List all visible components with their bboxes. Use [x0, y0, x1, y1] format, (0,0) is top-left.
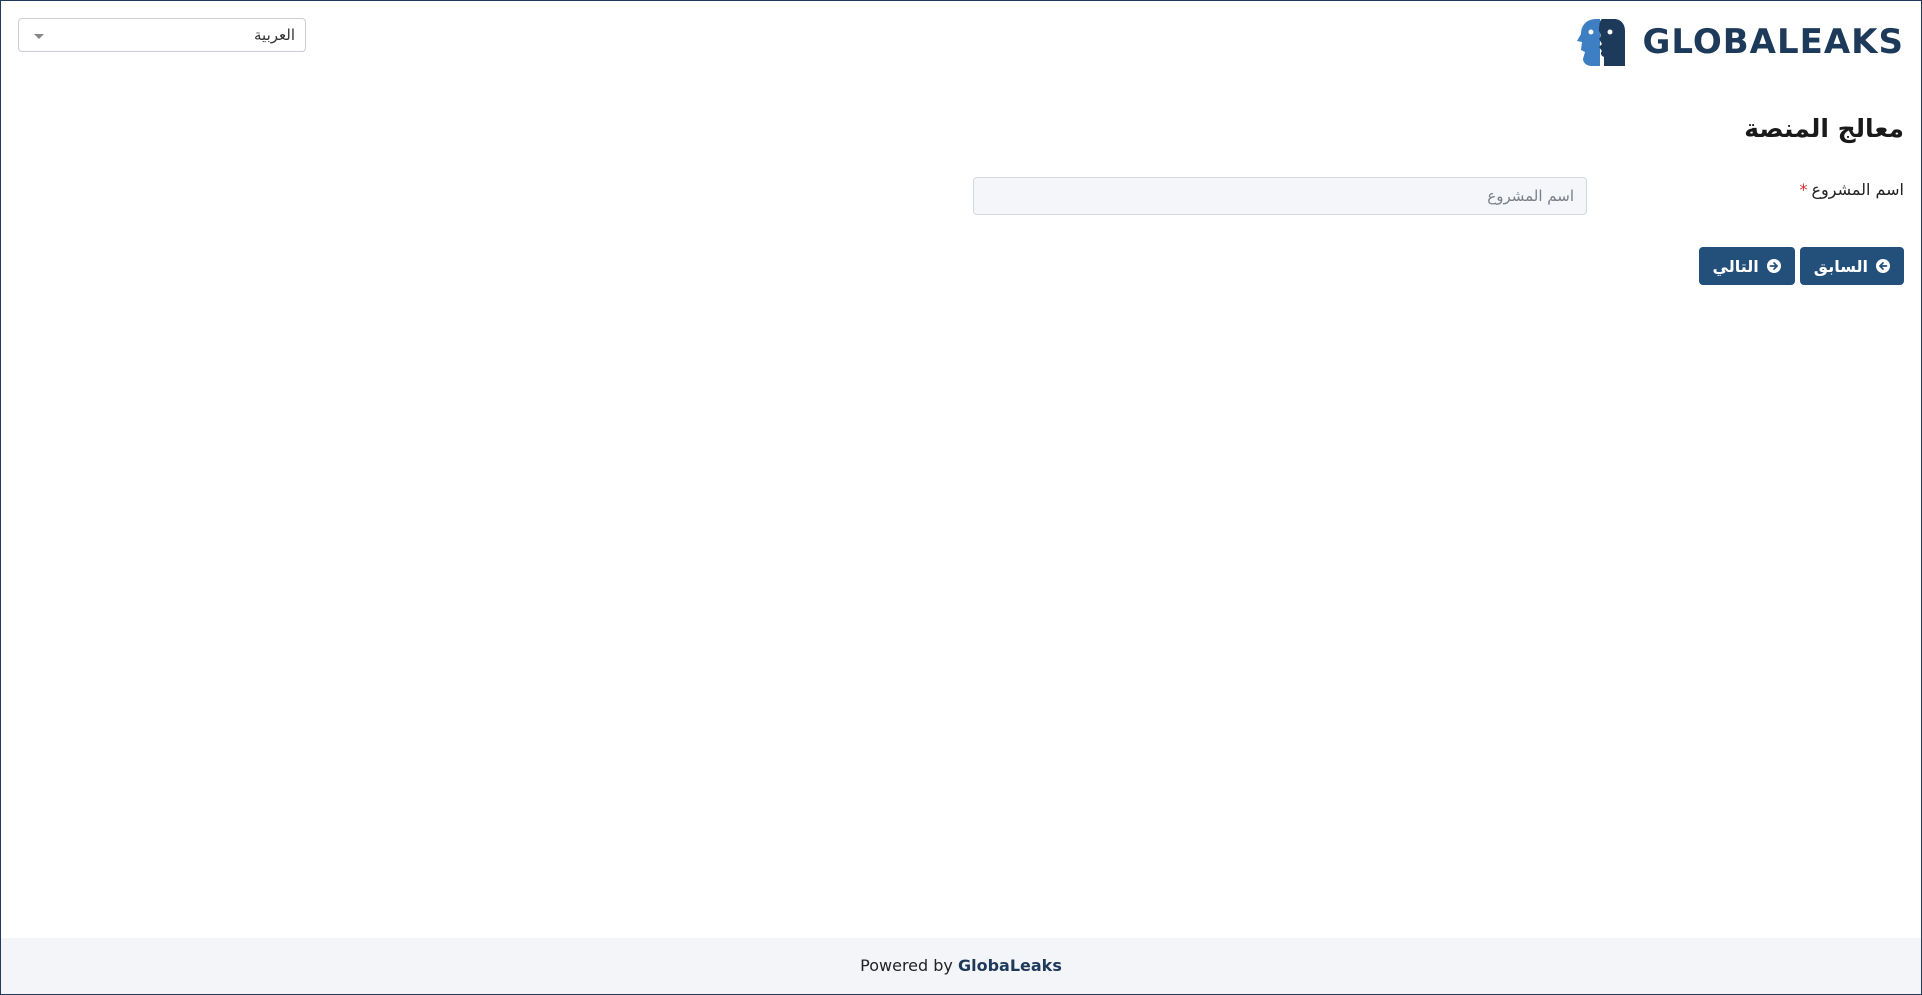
- footer-brand-link[interactable]: GlobaLeaks: [958, 956, 1062, 975]
- page: العربية GLOBALEAKS معالج المنصة اسم المش…: [0, 0, 1922, 995]
- next-button-label: التالي: [1712, 256, 1759, 276]
- wizard-nav: السابق التالي: [1698, 247, 1904, 285]
- project-name-label: اسم المشروع*: [1799, 177, 1904, 203]
- page-title: معالج المنصة: [1744, 114, 1904, 143]
- previous-button[interactable]: السابق: [1799, 247, 1904, 285]
- previous-button-label: السابق: [1813, 256, 1868, 276]
- language-select[interactable]: العربية: [18, 18, 306, 52]
- arrow-circle-right-icon: [1766, 259, 1781, 273]
- project-name-label-text: اسم المشروع: [1811, 180, 1904, 199]
- logo-text: GLOBALEAKS: [1642, 22, 1904, 62]
- logo: GLOBALEAKS: [1574, 17, 1904, 67]
- required-marker: *: [1799, 180, 1808, 199]
- arrow-circle-left-icon: [1876, 259, 1890, 273]
- globaleaks-logo-icon: [1577, 19, 1626, 66]
- footer: Powered by GlobaLeaks: [1, 938, 1921, 994]
- language-select-value: العربية: [254, 26, 295, 44]
- next-button[interactable]: التالي: [1698, 247, 1795, 285]
- chevron-down-icon: [34, 34, 44, 39]
- footer-prefix: Powered by: [860, 956, 958, 975]
- project-name-input[interactable]: [973, 177, 1587, 215]
